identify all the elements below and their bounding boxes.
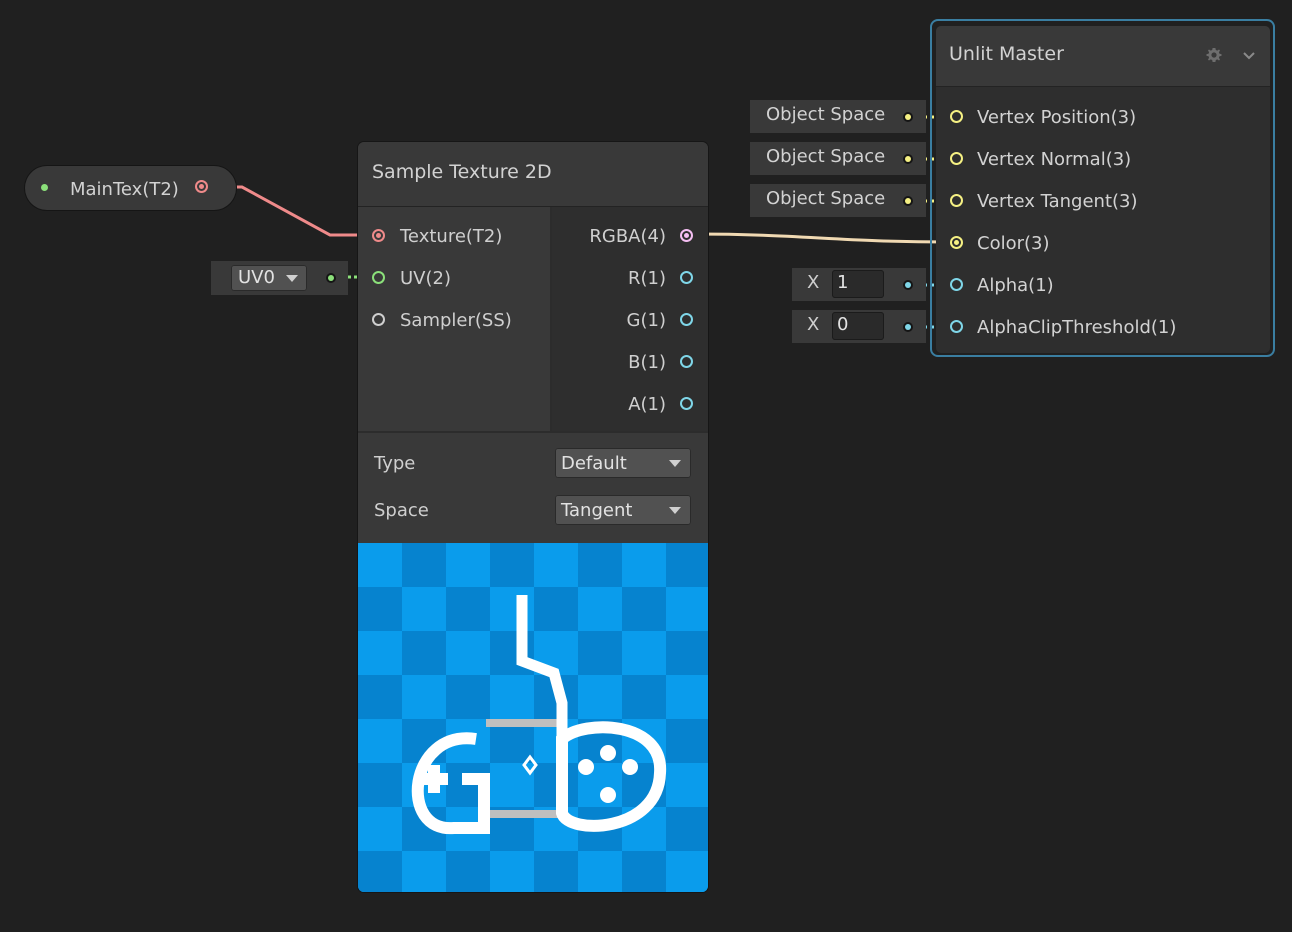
- r-output-port[interactable]: [680, 271, 693, 284]
- alpha-clip-value-field[interactable]: 0: [832, 312, 884, 340]
- node-title: Sample Texture 2D: [372, 161, 552, 183]
- a-output-label: A(1): [628, 394, 666, 415]
- texture-input-port[interactable]: [372, 229, 385, 242]
- sample-texture-2d-node[interactable]: Sample Texture 2D Texture(T2) UV(2) Samp…: [358, 142, 708, 892]
- dropdown-arrow-icon: [286, 275, 298, 282]
- preview-image: [358, 543, 708, 892]
- uv-channel-value: UV0: [238, 267, 275, 288]
- alpha-clip-inline-input: X 0: [792, 310, 926, 343]
- alpha-clip-threshold-port[interactable]: [950, 320, 963, 333]
- alpha-value-field[interactable]: 1: [832, 270, 884, 298]
- a-output-port[interactable]: [680, 397, 693, 410]
- g-output-port[interactable]: [680, 313, 693, 326]
- vertex-tangent-inline-port[interactable]: [905, 198, 911, 204]
- vertex-position-port[interactable]: [950, 110, 963, 123]
- property-label: MainTex(T2): [70, 179, 179, 200]
- texture-preview: [358, 543, 708, 892]
- dropdown-arrow-icon: [669, 507, 681, 514]
- b-output-port[interactable]: [680, 355, 693, 368]
- dropdown-arrow-icon: [669, 460, 681, 467]
- alpha-inline-port[interactable]: [905, 282, 911, 288]
- rgba-output-port[interactable]: [680, 229, 693, 242]
- space-value: Tangent: [561, 500, 633, 521]
- property-exposed-dot: [41, 184, 48, 191]
- alpha-inline-input: X 1: [792, 268, 926, 301]
- uv-inline-port[interactable]: [328, 275, 334, 281]
- vertex-tangent-space: Object Space: [766, 188, 886, 209]
- wire-maintex-to-texture[interactable]: [212, 185, 370, 237]
- gear-icon[interactable]: [1206, 47, 1222, 63]
- vertex-normal-port[interactable]: [950, 152, 963, 165]
- alpha-clip-threshold-label: AlphaClipThreshold(1): [977, 317, 1177, 338]
- vertex-normal-inline-input[interactable]: Object Space: [750, 142, 926, 175]
- output-slots-panel: RGBA(4) R(1) G(1) B(1) A(1): [552, 207, 708, 431]
- sampler-input-label: Sampler(SS): [400, 310, 512, 331]
- alpha-clip-axis-label: X: [807, 314, 820, 335]
- unlit-master-node[interactable]: Unlit Master Vertex Position(3) Vertex N…: [936, 26, 1270, 353]
- vertex-position-label: Vertex Position(3): [977, 107, 1137, 128]
- node-title-bar[interactable]: Sample Texture 2D: [358, 142, 708, 207]
- type-value: Default: [561, 453, 627, 474]
- color-port[interactable]: [950, 236, 963, 249]
- texture-input-label: Texture(T2): [400, 226, 503, 247]
- vertex-tangent-port[interactable]: [950, 194, 963, 207]
- uv-input-label: UV(2): [400, 268, 451, 289]
- g-output-label: G(1): [626, 310, 666, 331]
- vertex-tangent-label: Vertex Tangent(3): [977, 191, 1138, 212]
- vertex-normal-inline-port[interactable]: [905, 156, 911, 162]
- type-label: Type: [374, 453, 416, 474]
- alpha-axis-label: X: [807, 272, 820, 293]
- maintex-output-port[interactable]: [195, 180, 208, 193]
- uv-channel-dropdown[interactable]: UV0: [231, 265, 307, 291]
- alpha-port[interactable]: [950, 278, 963, 291]
- rgba-output-label: RGBA(4): [589, 226, 666, 247]
- vertex-position-space: Object Space: [766, 104, 886, 125]
- vertex-position-inline-port[interactable]: [905, 114, 911, 120]
- vertex-position-inline-input[interactable]: Object Space: [750, 100, 926, 133]
- alpha-value: 1: [837, 272, 849, 293]
- sampler-input-port[interactable]: [372, 313, 385, 326]
- color-label: Color(3): [977, 233, 1050, 254]
- node-settings-panel: Type Default Space Tangent: [358, 433, 708, 543]
- uv-inline-input: UV0: [211, 261, 348, 295]
- wire-rgba-to-color[interactable]: [693, 232, 949, 244]
- vertex-normal-space: Object Space: [766, 146, 886, 167]
- master-title: Unlit Master: [949, 43, 1064, 65]
- input-slots-panel: Texture(T2) UV(2) Sampler(SS): [358, 207, 550, 431]
- master-title-bar[interactable]: Unlit Master: [936, 26, 1270, 87]
- b-output-label: B(1): [628, 352, 666, 373]
- type-dropdown[interactable]: Default: [555, 448, 691, 478]
- vertex-normal-label: Vertex Normal(3): [977, 149, 1132, 170]
- chevron-down-icon[interactable]: [1242, 50, 1256, 60]
- alpha-label: Alpha(1): [977, 275, 1054, 296]
- maintex-property-node[interactable]: MainTex(T2): [25, 166, 236, 210]
- uv-input-port[interactable]: [372, 271, 385, 284]
- space-dropdown[interactable]: Tangent: [555, 495, 691, 525]
- alpha-clip-inline-port[interactable]: [905, 324, 911, 330]
- alpha-clip-value: 0: [837, 314, 849, 335]
- space-label: Space: [374, 500, 429, 521]
- vertex-tangent-inline-input[interactable]: Object Space: [750, 184, 926, 217]
- r-output-label: R(1): [627, 268, 666, 289]
